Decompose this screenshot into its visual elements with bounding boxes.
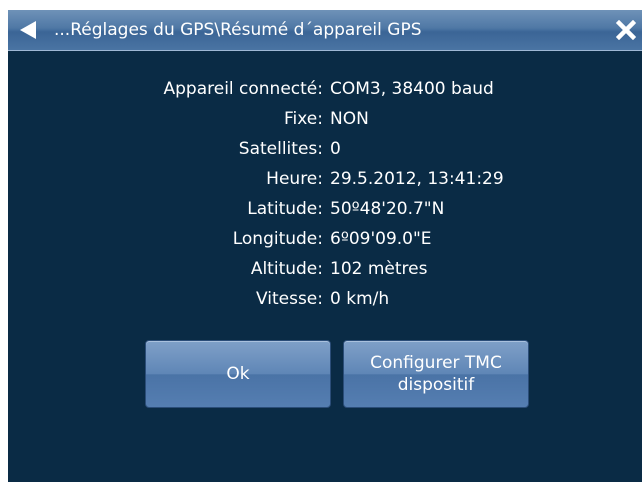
info-label: Fixe: [284,109,323,129]
info-row-fix: Fixe: NON [8,104,642,134]
title-bar: ...Réglages du GPS\Résumé d´appareil GPS [8,10,642,51]
info-row-speed: Vitesse: 0 km/h [8,284,642,314]
gps-summary-window: ...Réglages du GPS\Résumé d´appareil GPS… [8,10,642,482]
info-label: Satellites: [238,139,323,159]
info-value: NON [330,109,369,129]
info-row-time: Heure: 29.5.2012, 13:41:29 [8,164,642,194]
info-value: 6º09'09.0"E [330,229,432,249]
info-label: Altitude: [250,259,323,279]
ok-button[interactable]: Ok [145,340,331,408]
close-icon [616,20,636,40]
info-label: Latitude: [247,199,323,219]
back-button[interactable] [10,10,48,50]
info-value: 29.5.2012, 13:41:29 [330,169,504,189]
configure-tmc-button[interactable]: Configurer TMC dispositif [343,340,529,408]
info-row-satellites: Satellites: 0 [8,134,642,164]
info-value: 0 [330,139,341,159]
info-label: Vitesse: [255,289,323,309]
info-row-longitude: Longitude: 6º09'09.0"E [8,224,642,254]
info-value: COM3, 38400 baud [330,79,494,99]
info-label: Appareil connecté: [163,79,323,99]
close-button[interactable] [608,10,642,50]
ok-button-label: Ok [226,364,250,384]
info-value: 0 km/h [330,289,390,309]
back-arrow-icon [20,21,36,39]
configure-tmc-label-line2: dispositif [397,375,475,395]
info-row-latitude: Latitude: 50º48'20.7"N [8,194,642,224]
gps-info-list: Appareil connecté: COM3, 38400 baud Fixe… [8,74,642,314]
info-value: 50º48'20.7"N [330,199,445,219]
info-value: 102 mètres [330,259,428,279]
info-label: Heure: [266,169,323,189]
configure-tmc-label-line1: Configurer TMC [370,353,502,373]
info-label: Longitude: [232,229,323,249]
page-title: ...Réglages du GPS\Résumé d´appareil GPS [54,20,422,40]
info-row-device: Appareil connecté: COM3, 38400 baud [8,74,642,104]
info-row-altitude: Altitude: 102 mètres [8,254,642,284]
